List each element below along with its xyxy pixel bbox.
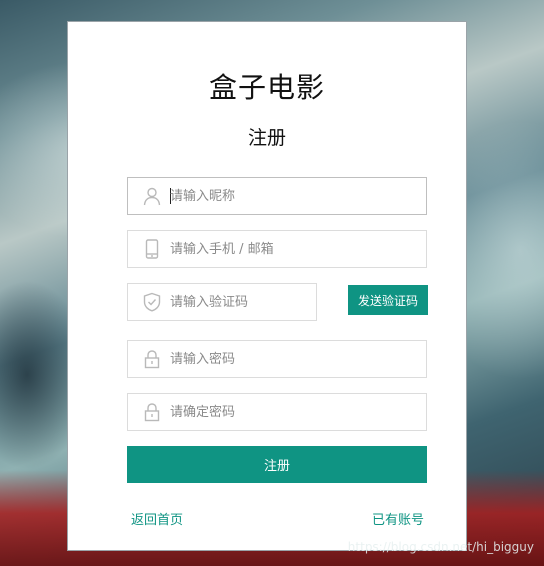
confirm-password-input[interactable] [170,394,410,430]
register-button[interactable]: 注册 [127,446,427,483]
lock-icon [142,402,162,422]
register-panel: 盒子电影 注册 发送验证码 [67,21,467,551]
code-field[interactable] [127,283,317,321]
app-title: 盒子电影 [208,71,325,104]
contact-input[interactable] [170,231,410,267]
nickname-field[interactable] [127,177,427,215]
back-home-link[interactable]: 返回首页 [131,509,183,528]
confirm-password-field[interactable] [127,393,427,431]
lock-icon [142,349,162,369]
password-input[interactable] [170,341,410,377]
phone-icon [142,239,162,259]
shield-check-icon [142,292,162,312]
watermark: https://blog.csdn.net/hi_bigguy [347,540,534,554]
code-input[interactable] [170,284,310,320]
login-link[interactable]: 已有账号 [372,509,424,528]
nickname-input[interactable] [170,178,410,214]
password-field[interactable] [127,340,427,378]
contact-field[interactable] [127,230,427,268]
page-title: 注册 [247,127,286,149]
send-code-button[interactable]: 发送验证码 [348,285,428,315]
user-icon [142,186,162,206]
